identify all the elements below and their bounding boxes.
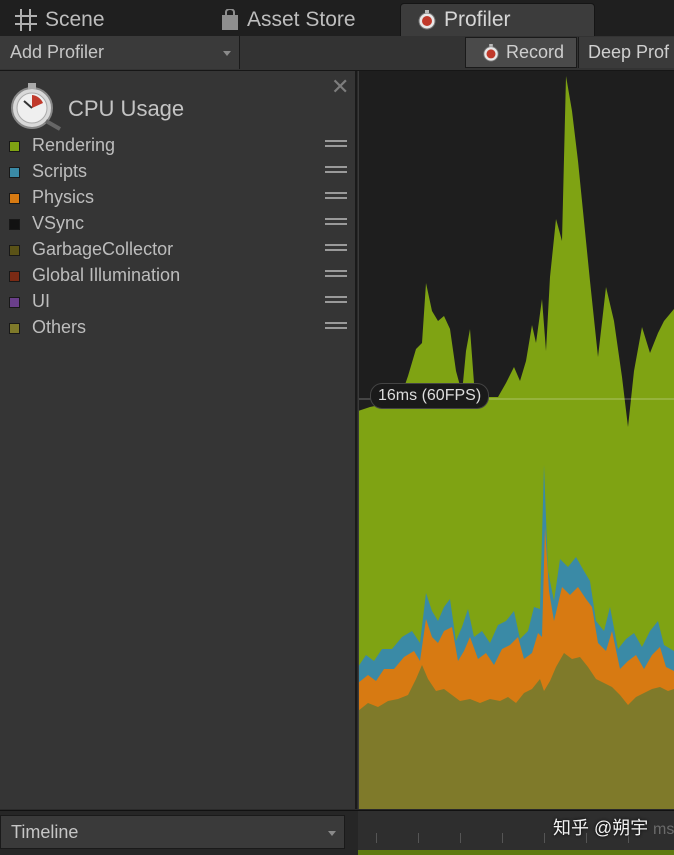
legend-item-scripts[interactable]: Scripts <box>0 159 357 185</box>
tab-profiler[interactable]: Profiler <box>400 3 595 36</box>
ruler-tick <box>544 833 545 843</box>
record-label: Record <box>506 42 565 62</box>
tab-scene[interactable]: Scene <box>14 3 105 36</box>
grid-icon <box>14 8 38 32</box>
ruler-unit-label: ms <box>653 821 674 838</box>
tab-profiler-label: Profiler <box>444 8 511 31</box>
legend-item-physics[interactable]: Physics <box>0 185 357 211</box>
legend-swatch[interactable] <box>9 297 20 308</box>
legend-label: Scripts <box>32 161 88 181</box>
legend-swatch[interactable] <box>9 167 20 178</box>
deep-profile-label: Deep Prof <box>588 42 670 62</box>
cpu-usage-title: CPU Usage <box>68 95 185 121</box>
dropdown-arrow-icon <box>328 831 336 836</box>
view-mode-dropdown[interactable]: Timeline <box>0 815 345 849</box>
cpu-chart-graphics <box>358 71 674 809</box>
legend-item-others[interactable]: Others <box>0 315 357 341</box>
cpu-usage-chart[interactable]: 16ms (60FPS) <box>358 71 674 809</box>
dropdown-arrow-icon <box>223 51 231 56</box>
record-icon <box>482 43 500 62</box>
legend-item-ui[interactable]: UI <box>0 289 357 315</box>
profiler-toolbar: Add Profiler Record Deep Prof <box>0 36 674 71</box>
cpu-usage-panel: CPU Usage ✕ Rendering Scripts Physics VS… <box>0 71 357 809</box>
legend-swatch[interactable] <box>9 245 20 256</box>
legend-label: UI <box>32 291 50 311</box>
drag-handle-icon[interactable] <box>325 192 347 204</box>
fps-target-label: 16ms (60FPS) <box>370 383 490 409</box>
window-tab-bar: Scene Asset Store Profiler <box>0 0 674 37</box>
ruler-tick <box>460 833 461 843</box>
ruler-tick <box>502 833 503 843</box>
legend-label: VSync <box>32 213 85 233</box>
legend-item-global-illumination[interactable]: Global Illumination <box>0 263 357 289</box>
legend-swatch[interactable] <box>9 141 20 152</box>
legend-swatch[interactable] <box>9 219 20 230</box>
legend-label: Others <box>32 317 87 337</box>
legend-swatch[interactable] <box>9 323 20 334</box>
legend-swatch[interactable] <box>9 271 20 282</box>
legend-item-garbage-collector[interactable]: GarbageCollector <box>0 237 357 263</box>
drag-handle-icon[interactable] <box>325 322 347 334</box>
drag-handle-icon[interactable] <box>325 296 347 308</box>
bag-icon <box>220 8 240 31</box>
drag-handle-icon[interactable] <box>325 166 347 178</box>
drag-handle-icon[interactable] <box>325 140 347 152</box>
close-icon[interactable]: ✕ <box>331 76 349 98</box>
legend-label: Rendering <box>32 135 116 155</box>
legend-label: Global Illumination <box>32 265 181 285</box>
record-button[interactable]: Record <box>465 37 577 68</box>
legend-item-rendering[interactable]: Rendering <box>0 133 357 159</box>
stopwatch-icon <box>6 81 64 136</box>
profiler-icon <box>417 10 437 30</box>
cpu-legend: Rendering Scripts Physics VSync GarbageC… <box>0 133 357 341</box>
ruler-tick <box>418 833 419 843</box>
add-profiler-dropdown[interactable]: Add Profiler <box>0 36 240 69</box>
drag-handle-icon[interactable] <box>325 218 347 230</box>
tab-asset-store[interactable]: Asset Store <box>220 3 356 36</box>
tab-asset-store-label: Asset Store <box>247 7 356 31</box>
drag-handle-icon[interactable] <box>325 270 347 282</box>
legend-swatch[interactable] <box>9 193 20 204</box>
ruler-tick <box>376 833 377 843</box>
legend-label: Physics <box>32 187 95 207</box>
timeline-strip <box>358 850 674 855</box>
deep-profile-button[interactable]: Deep Prof <box>578 37 674 68</box>
legend-item-vsync[interactable]: VSync <box>0 211 357 237</box>
watermark-text: 知乎 @朔宇 <box>553 818 649 838</box>
tab-scene-label: Scene <box>45 7 105 31</box>
drag-handle-icon[interactable] <box>325 244 347 256</box>
add-profiler-label: Add Profiler <box>10 42 105 62</box>
view-mode-label: Timeline <box>11 821 79 842</box>
cpu-usage-header[interactable]: CPU Usage <box>6 81 184 136</box>
legend-label: GarbageCollector <box>32 239 174 259</box>
